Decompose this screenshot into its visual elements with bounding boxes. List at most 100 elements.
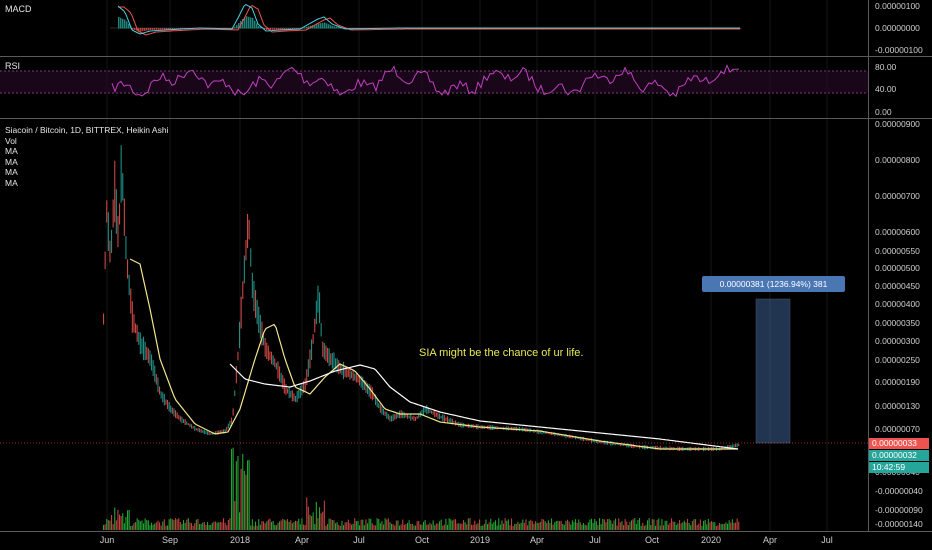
price-candle bbox=[155, 374, 157, 385]
volume-bar bbox=[157, 520, 159, 530]
volume-bar bbox=[674, 521, 676, 530]
volume-bar bbox=[303, 524, 305, 530]
volume-bar bbox=[687, 518, 689, 530]
price-candle bbox=[314, 318, 316, 333]
price-candle bbox=[139, 332, 141, 355]
price-candle bbox=[435, 412, 437, 417]
volume-bar bbox=[535, 521, 537, 530]
text-annotation[interactable]: SIA might be the chance of ur life. bbox=[419, 347, 583, 359]
volume-bar bbox=[499, 524, 501, 530]
volume-bar bbox=[285, 520, 287, 530]
volume-bar bbox=[480, 525, 482, 530]
macd-histogram-bar bbox=[118, 17, 120, 29]
volume-bar bbox=[171, 519, 173, 530]
volume-bar bbox=[586, 525, 588, 530]
volume-bar bbox=[437, 523, 439, 530]
macd-histogram-bar bbox=[158, 28, 160, 30]
volume-bar bbox=[671, 518, 673, 530]
price-candle bbox=[250, 248, 252, 267]
volume-bar bbox=[363, 525, 365, 530]
price-candle bbox=[386, 411, 388, 419]
volume-bar bbox=[367, 523, 369, 530]
volume-bar bbox=[624, 519, 626, 530]
time-tick: Jul bbox=[821, 535, 833, 545]
price-candle bbox=[165, 399, 167, 405]
volume-bar bbox=[235, 461, 237, 530]
price-candle bbox=[274, 358, 276, 368]
volume-bar bbox=[723, 523, 725, 530]
time-axis[interactable] bbox=[0, 531, 868, 550]
volume-bar bbox=[528, 521, 530, 530]
price-candle bbox=[538, 429, 540, 434]
volume-bar bbox=[538, 523, 540, 530]
volume-bar bbox=[280, 520, 282, 530]
price-candle bbox=[317, 285, 319, 313]
legend-ma-3[interactable]: MA bbox=[5, 167, 168, 178]
price-range-rectangle bbox=[755, 298, 791, 444]
volume-bar bbox=[471, 524, 473, 530]
volume-bar bbox=[579, 522, 581, 530]
volume-bar bbox=[106, 519, 108, 530]
volume-bar bbox=[368, 518, 370, 530]
volume-bar bbox=[309, 514, 311, 530]
price-candle bbox=[266, 342, 268, 359]
macd-histogram-bar bbox=[334, 26, 336, 29]
price-candle bbox=[181, 416, 183, 424]
volume-bar bbox=[191, 523, 193, 530]
last-price-tag[interactable]: 0.00000033 bbox=[869, 438, 929, 449]
macd-histogram-bar bbox=[236, 24, 238, 29]
price-range-label[interactable]: 0.00000381 (1236.94%) 381 bbox=[702, 276, 845, 292]
volume-bar bbox=[520, 522, 522, 530]
price-candle bbox=[184, 419, 186, 425]
volume-bar bbox=[219, 522, 221, 530]
time-tick: Jun bbox=[99, 535, 115, 545]
volume-bar bbox=[695, 519, 697, 530]
volume-bar bbox=[735, 522, 737, 530]
volume-bar bbox=[618, 518, 620, 530]
time-tick: Apr bbox=[529, 535, 545, 545]
volume-bar bbox=[138, 519, 140, 530]
volume-bar bbox=[199, 524, 201, 530]
price-candle bbox=[168, 402, 170, 412]
volume-bar bbox=[221, 522, 223, 530]
volume-bar bbox=[399, 525, 401, 530]
macd-histogram-bar bbox=[234, 26, 236, 29]
bid-price-tag[interactable]: 0.00000032 bbox=[869, 450, 929, 461]
price-candle bbox=[288, 386, 290, 399]
price-candle bbox=[163, 394, 165, 406]
macd-histogram-bar bbox=[318, 23, 320, 29]
price-tick: 0.00000600 bbox=[875, 227, 920, 237]
legend-vol[interactable]: Vol bbox=[5, 136, 168, 147]
chart-title[interactable]: Siacoin / Bitcoin, 1D, BITTREX, Heikin A… bbox=[5, 125, 168, 136]
price-candle bbox=[330, 353, 332, 365]
macd-histogram-bar bbox=[280, 28, 282, 30]
price-candle bbox=[208, 431, 210, 436]
price-candle bbox=[141, 338, 143, 354]
price-candle bbox=[147, 348, 149, 364]
price-candle bbox=[455, 420, 457, 426]
volume-bar bbox=[607, 519, 609, 530]
volume-bar bbox=[160, 525, 162, 530]
volume-bar bbox=[653, 519, 655, 530]
price-candle bbox=[203, 429, 205, 435]
volume-bar bbox=[203, 522, 205, 530]
volume-bar bbox=[151, 522, 153, 530]
price-candle bbox=[144, 341, 146, 360]
legend-ma-1[interactable]: MA bbox=[5, 146, 168, 157]
volume-bar bbox=[493, 522, 495, 530]
volume-bar bbox=[560, 520, 562, 530]
volume-bar bbox=[218, 522, 220, 530]
volume-bar bbox=[699, 519, 701, 530]
legend-ma-2[interactable]: MA bbox=[5, 157, 168, 168]
price-tick: 0.00000700 bbox=[875, 191, 920, 201]
price-candle bbox=[251, 272, 253, 299]
volume-bar bbox=[597, 525, 599, 530]
legend-ma-4[interactable]: MA bbox=[5, 178, 168, 189]
volume-bar bbox=[250, 525, 252, 530]
price-candle bbox=[437, 412, 439, 419]
volume-bar bbox=[216, 522, 218, 530]
volume-bar bbox=[378, 519, 380, 530]
volume-bar bbox=[503, 523, 505, 530]
macd-histogram-bar bbox=[156, 28, 158, 30]
price-candle bbox=[632, 444, 634, 449]
